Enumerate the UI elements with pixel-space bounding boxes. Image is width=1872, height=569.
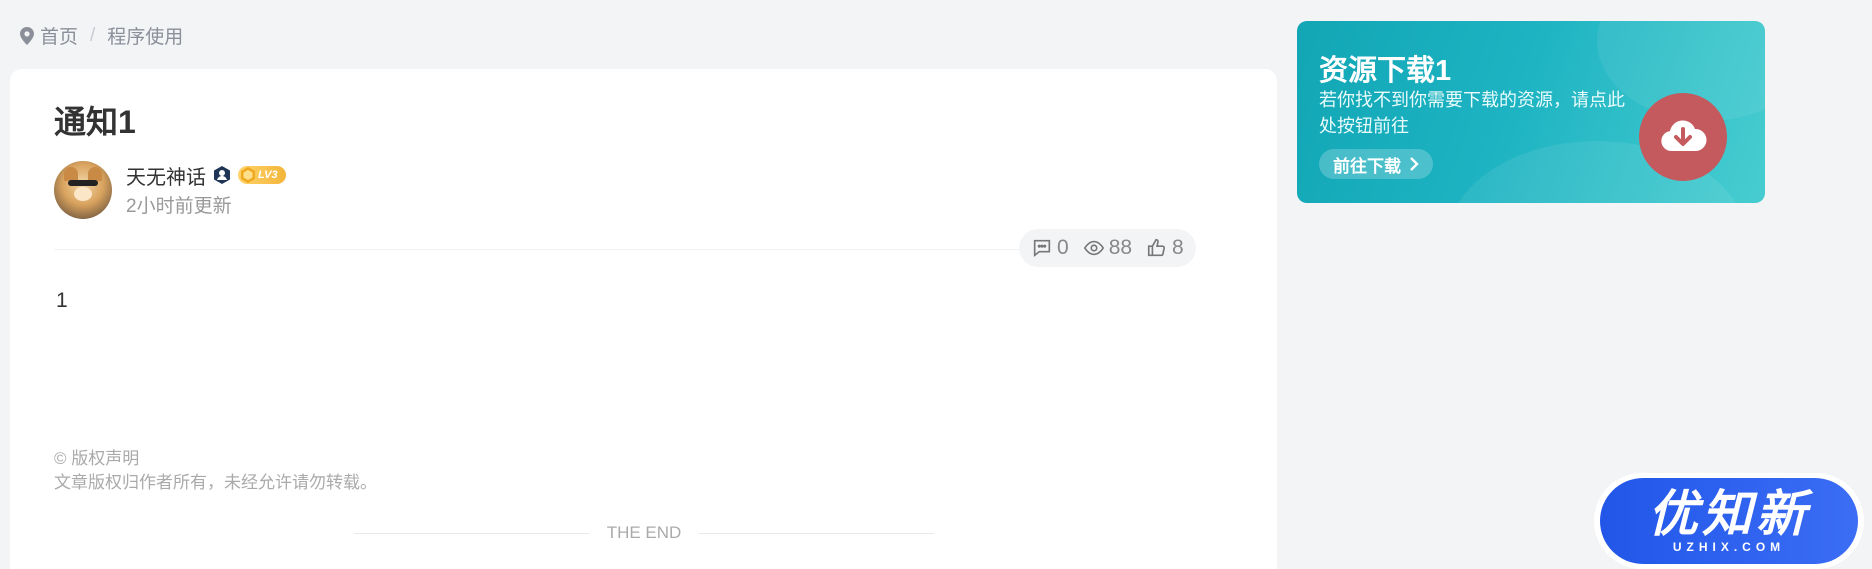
- chevron-right-icon: [1410, 157, 1419, 171]
- logo-sub-text: UZHIX.COM: [1672, 540, 1786, 554]
- copyright-heading: © 版权声明: [54, 449, 140, 468]
- comment-icon: [1033, 239, 1051, 258]
- divider: [54, 249, 1026, 250]
- breadcrumb-home-link[interactable]: 首页: [40, 22, 78, 49]
- copyright-text: 文章版权归作者所有，未经允许请勿转载。: [54, 473, 377, 492]
- breadcrumb-current-link[interactable]: 程序使用: [107, 22, 183, 49]
- author-name[interactable]: 天无神话: [126, 161, 206, 190]
- end-marker: THE END: [354, 523, 934, 543]
- article-content: 1: [56, 289, 68, 312]
- updated-time: 2小时前更新: [126, 196, 232, 217]
- verified-user-icon: [214, 166, 230, 184]
- thumbs-up-icon: [1147, 238, 1166, 257]
- go-download-label: 前往下载: [1333, 156, 1401, 176]
- copyright-notice: © 版权声明 文章版权归作者所有，未经允许请勿转载。: [54, 447, 377, 495]
- comment-count[interactable]: 0: [1031, 236, 1069, 260]
- cloud-download-icon: [1639, 93, 1727, 181]
- post-stats: 0 88 8: [1019, 229, 1196, 267]
- download-banner[interactable]: 资源下载1 若你找不到你需要下载的资源，请点此处按钮前往 前往下载: [1297, 21, 1765, 203]
- page-title: 通知1: [54, 104, 136, 140]
- view-count: 88: [1083, 236, 1132, 260]
- level-badge: LV3: [238, 166, 286, 184]
- logo-main-text: 优知新: [1648, 486, 1810, 542]
- author-info: 天无神话 LV3 2小时前更新: [54, 161, 286, 219]
- go-download-button[interactable]: 前往下载: [1319, 149, 1433, 179]
- site-logo-watermark: 优知新 UZHIX.COM: [1594, 473, 1864, 569]
- breadcrumb: 首页 / 程序使用: [20, 22, 183, 49]
- like-count[interactable]: 8: [1146, 236, 1184, 260]
- location-pin-icon: [20, 26, 34, 45]
- end-label: THE END: [606, 523, 682, 542]
- level-hex-icon: [241, 167, 255, 183]
- avatar[interactable]: [54, 161, 112, 219]
- eye-icon: [1083, 240, 1104, 256]
- banner-title: 资源下载1: [1319, 55, 1452, 87]
- banner-description: 若你找不到你需要下载的资源，请点此处按钮前往: [1319, 90, 1625, 136]
- breadcrumb-separator: /: [90, 24, 96, 46]
- article-card: 通知1 天无神话 LV3 2小时前更新 0 88 8 1 © 版权声明 文章版权…: [10, 69, 1277, 569]
- level-label: LV3: [258, 169, 278, 181]
